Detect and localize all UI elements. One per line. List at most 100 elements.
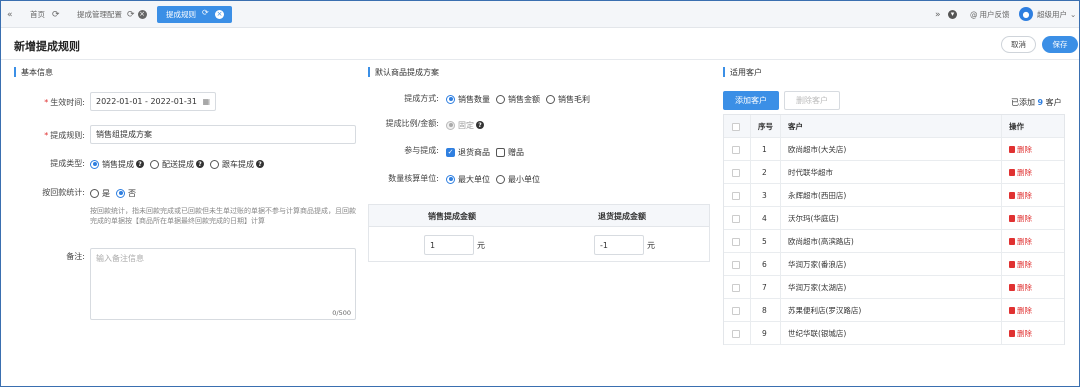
table-row: 8 苏果便利店(罗汉路店) 删除 (724, 299, 1064, 322)
tab-home-label: 首页 (30, 10, 45, 19)
row-checkbox[interactable] (732, 184, 740, 207)
unit-max-radio[interactable]: 最大单位 (446, 174, 490, 185)
commission-type-group: 销售提成? 配送提成? 跟车提成? (90, 157, 270, 171)
tab-commission-rule-label: 提成规则 (166, 10, 196, 19)
effective-date-range-input[interactable]: 2022-01-01 - 2022-01-31 ▦ (90, 92, 216, 111)
row-no: 9 (762, 329, 767, 338)
row-checkbox[interactable] (732, 207, 740, 230)
tab-commission-rule[interactable]: 提成规则 ⟳ × (157, 6, 232, 23)
refresh-icon[interactable]: ⟳ (202, 8, 209, 17)
help-icon[interactable]: ? (196, 160, 204, 168)
row-no: 8 (762, 306, 767, 315)
collection-hint: 按回款统计，指未回款完成或已回款但未生单过账的单据不参与计算商品提成，且回款完成… (90, 207, 356, 225)
add-customer-button[interactable]: 添加客户 (723, 91, 779, 110)
ratio-fixed-radio[interactable]: 固定? (446, 120, 484, 131)
note-label: 备注: (66, 252, 85, 261)
unit-min-radio[interactable]: 最小单位 (496, 174, 540, 185)
row-checkbox[interactable] (732, 230, 740, 253)
delete-customer-button[interactable]: 删除客户 (784, 91, 840, 110)
cancel-button[interactable]: 取消 (1001, 36, 1036, 53)
effective-time-label: * 生效时间: (44, 98, 85, 107)
page-title: 新增提成规则 (14, 40, 80, 53)
tab-menu-icon[interactable]: ▾ (948, 1, 957, 28)
customer-name: 华润万家(太湖店) (788, 283, 847, 292)
commission-rule-input[interactable]: 销售组提成方案 (90, 125, 356, 144)
column-divider (1001, 115, 1002, 344)
table-row: 6 华润万家(番浪店) 删除 (724, 253, 1064, 276)
row-checkbox[interactable] (732, 161, 740, 184)
customer-name: 沃尔玛(华庭店) (788, 214, 839, 223)
delete-row-link[interactable]: 删除 (1009, 161, 1032, 184)
delete-row-link[interactable]: 删除 (1009, 253, 1032, 276)
delete-row-link[interactable]: 删除 (1009, 276, 1032, 299)
collapse-sidebar-icon[interactable]: « (7, 1, 13, 28)
trash-icon (1009, 215, 1015, 222)
save-button[interactable]: 保存 (1042, 36, 1078, 53)
collection-stat-group: 是 否 (90, 186, 142, 200)
select-all-checkbox[interactable] (732, 115, 740, 138)
type-delivery-radio[interactable]: 配送提成? (150, 159, 204, 170)
return-amount-input[interactable]: -1 (594, 235, 644, 255)
help-icon[interactable]: ? (476, 121, 484, 129)
collection-yes-radio[interactable]: 是 (90, 188, 110, 199)
help-icon[interactable]: ? (136, 160, 144, 168)
refresh-icon[interactable]: ⟳ (127, 10, 135, 20)
row-no: 6 (762, 260, 767, 269)
method-profit-radio[interactable]: 销售毛利 (546, 94, 590, 105)
basic-info-title: 基本信息 (14, 67, 53, 78)
method-quantity-radio[interactable]: 销售数量 (446, 94, 490, 105)
scroll-right-icon[interactable]: » (935, 1, 941, 28)
delete-row-link[interactable]: 删除 (1009, 322, 1032, 345)
header-action: 操作 (1009, 122, 1024, 131)
delete-row-link[interactable]: 删除 (1009, 299, 1032, 322)
feedback-link[interactable]: @ 用户反馈 (970, 1, 1010, 28)
header-customer: 客户 (788, 122, 803, 131)
table-row: 1 欧尚超市(大关店) 删除 (724, 138, 1064, 161)
table-row: 3 永辉超市(西田店) 删除 (724, 184, 1064, 207)
row-checkbox[interactable] (732, 276, 740, 299)
calendar-icon: ▦ (202, 97, 210, 106)
type-sales-radio[interactable]: 销售提成? (90, 159, 144, 170)
collection-no-radio[interactable]: 否 (116, 188, 136, 199)
tab-commission-config[interactable]: 提成管理配置 ⟳ × (77, 1, 147, 28)
close-icon[interactable]: × (215, 10, 224, 19)
ratio-label: 提成比例/金额: (385, 119, 439, 128)
user-menu[interactable]: 超级用户 ⌄ (1037, 1, 1076, 28)
commission-type-label: 提成类型: (50, 159, 85, 168)
row-checkbox[interactable] (732, 322, 740, 345)
note-textarea[interactable]: 输入备注信息 0/500 (90, 248, 356, 320)
table-row: 5 欧尚超市(高滨路店) 删除 (724, 230, 1064, 253)
table-row: 9 世纪华联(银城店) 删除 (724, 322, 1064, 345)
header-no: 序号 (758, 122, 773, 131)
help-icon[interactable]: ? (256, 160, 264, 168)
row-checkbox[interactable] (732, 138, 740, 161)
delete-row-link[interactable]: 删除 (1009, 207, 1032, 230)
customer-name: 世纪华联(银城店) (788, 329, 847, 338)
delete-row-link[interactable]: 删除 (1009, 230, 1032, 253)
participate-gift-checkbox[interactable]: 赠品 (496, 147, 524, 158)
delete-row-link[interactable]: 删除 (1009, 138, 1032, 161)
row-checkbox[interactable] (732, 253, 740, 276)
type-escort-radio[interactable]: 跟车提成? (210, 159, 264, 170)
row-checkbox[interactable] (732, 299, 740, 322)
avatar[interactable]: ● (1019, 7, 1033, 21)
method-amount-radio[interactable]: 销售金额 (496, 94, 540, 105)
row-no: 2 (762, 168, 767, 177)
app-frame: « 首页 ⟳ 提成管理配置 ⟳ × 提成规则 ⟳ × » ▾ @ 用户反馈 ● … (0, 0, 1080, 387)
participate-return-checkbox[interactable]: ✓ 退货商品 (446, 147, 490, 158)
default-plan-title: 默认商品提成方案 (368, 67, 439, 78)
row-no: 5 (762, 237, 767, 246)
trash-icon (1009, 261, 1015, 268)
customer-name: 华润万家(番浪店) (788, 260, 847, 269)
trash-icon (1009, 330, 1015, 337)
ratio-group: 固定? (446, 118, 490, 132)
delete-row-link[interactable]: 删除 (1009, 184, 1032, 207)
commission-rule-value: 销售组提成方案 (96, 130, 152, 139)
at-icon: @ (970, 10, 978, 19)
close-icon[interactable]: × (137, 10, 147, 19)
tab-home[interactable]: 首页 ⟳ (30, 1, 60, 28)
sale-amount-input[interactable]: 1 (424, 235, 474, 255)
refresh-icon[interactable]: ⟳ (52, 10, 60, 20)
trash-icon (1009, 238, 1015, 245)
sale-amount-value: 1 (430, 240, 436, 250)
